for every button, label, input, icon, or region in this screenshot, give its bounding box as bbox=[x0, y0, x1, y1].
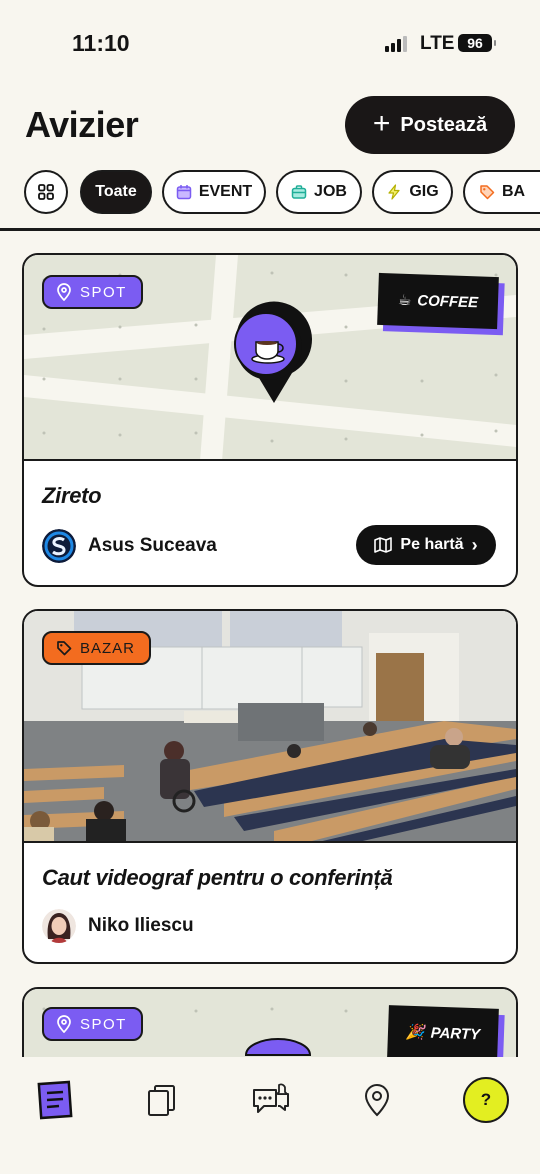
filter-chip-label: JOB bbox=[314, 183, 347, 200]
plus-icon: + bbox=[372, 106, 391, 140]
tag-label: ☕ COFFEE bbox=[377, 272, 499, 330]
map-icon bbox=[374, 537, 393, 553]
filter-chip-job[interactable]: JOB bbox=[276, 170, 362, 214]
post-card[interactable]: SPOT 🎉 PARTY bbox=[22, 987, 518, 1057]
location-pin-icon bbox=[57, 283, 71, 301]
post-title: Zireto bbox=[42, 483, 102, 508]
network-label: LTE bbox=[420, 33, 455, 54]
battery-icon: 96 bbox=[458, 34, 496, 52]
tag-label: 🎉 PARTY bbox=[387, 1005, 499, 1057]
author[interactable]: Niko Iliescu bbox=[42, 909, 194, 943]
author[interactable]: Asus Suceava bbox=[42, 529, 217, 563]
post-image: BAZAR bbox=[24, 611, 516, 843]
grid-filter-button[interactable] bbox=[24, 170, 68, 214]
page-title: Avizier bbox=[25, 104, 139, 145]
status-bar: 11:10 LTE 96 bbox=[0, 0, 540, 88]
avatar bbox=[42, 529, 76, 563]
tag-icon bbox=[480, 185, 495, 200]
filter-chip-all[interactable]: Toate bbox=[80, 170, 152, 214]
map-preview: SPOT 🎉 PARTY bbox=[24, 989, 516, 1057]
post-title: Caut videograf pentru o conferință bbox=[42, 865, 393, 890]
category-badge: BAZAR bbox=[42, 631, 152, 665]
nav-board[interactable] bbox=[30, 1075, 80, 1125]
board-icon bbox=[37, 1080, 73, 1120]
category-label: SPOT bbox=[80, 283, 127, 301]
author-name: Niko Iliescu bbox=[88, 915, 194, 936]
signal-icon bbox=[385, 36, 411, 52]
post-card[interactable]: BAZAR Caut videograf pentru o conferință… bbox=[22, 609, 518, 964]
filter-chip-gig[interactable]: GIG bbox=[372, 170, 453, 214]
filter-chip-label: BA bbox=[502, 183, 526, 200]
location-pin-icon bbox=[57, 1015, 71, 1033]
location-icon bbox=[364, 1084, 390, 1117]
feed: SPOT ☕ COFFEE Zireto Asus Suceava Pe har… bbox=[0, 231, 540, 1057]
tag-text: COFFEE bbox=[417, 291, 479, 311]
avatar bbox=[42, 909, 76, 943]
status-time: 11:10 bbox=[72, 30, 130, 56]
nav-messages[interactable] bbox=[246, 1075, 296, 1125]
filter-chip-event[interactable]: EVENT bbox=[162, 170, 266, 214]
grid-icon bbox=[38, 184, 54, 200]
category-label: SPOT bbox=[80, 1015, 127, 1033]
filter-chip-label: GIG bbox=[409, 183, 439, 200]
tag-icon bbox=[57, 641, 72, 656]
map-preview: SPOT ☕ COFFEE bbox=[24, 255, 516, 461]
author-name: Asus Suceava bbox=[88, 535, 217, 556]
filter-chip-label: Toate bbox=[95, 183, 137, 200]
post-card[interactable]: SPOT ☕ COFFEE Zireto Asus Suceava Pe har… bbox=[22, 253, 518, 587]
calendar-icon bbox=[176, 185, 192, 200]
filter-chip-bazar[interactable]: BA bbox=[463, 170, 540, 214]
category-badge: SPOT bbox=[42, 1007, 143, 1041]
category-badge: SPOT bbox=[42, 275, 143, 309]
post-button-label: Postează bbox=[400, 113, 488, 136]
nav-profile[interactable]: ? bbox=[461, 1075, 511, 1125]
post-button[interactable]: + Postează bbox=[345, 96, 515, 154]
briefcase-icon bbox=[291, 185, 307, 199]
bottom-nav: ? bbox=[0, 1057, 540, 1174]
nav-cards[interactable] bbox=[137, 1075, 187, 1125]
party-popper-icon: 🎉 bbox=[405, 1023, 425, 1042]
show-on-map-label: Pe hartă bbox=[400, 536, 464, 553]
coffee-icon: ☕ bbox=[397, 291, 412, 310]
help-icon: ? bbox=[463, 1077, 509, 1123]
chevron-right-icon: › bbox=[471, 534, 478, 555]
filter-chips: Toate EVENT JOB GIG BA bbox=[0, 170, 540, 216]
map-pin-icon bbox=[234, 301, 312, 403]
category-label: BAZAR bbox=[80, 639, 136, 657]
show-on-map-button[interactable]: Pe hartă › bbox=[356, 525, 496, 565]
tag-text: PARTY bbox=[430, 1024, 481, 1043]
nav-map[interactable] bbox=[352, 1075, 402, 1125]
messages-icon bbox=[253, 1083, 290, 1113]
lightning-icon bbox=[388, 184, 400, 200]
filter-chip-label: EVENT bbox=[198, 183, 253, 200]
cards-icon bbox=[148, 1085, 175, 1116]
